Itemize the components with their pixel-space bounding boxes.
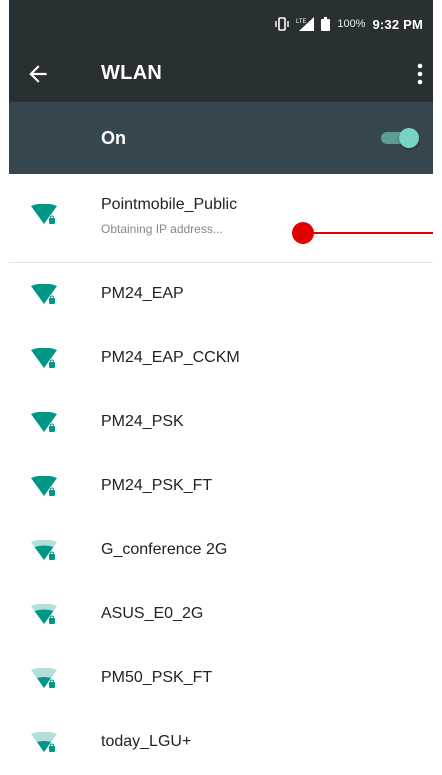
wifi-network-item[interactable]: PM24_PSK [9,391,433,455]
wifi-signal-partial-icon [31,540,57,560]
app-bar: WLAN [9,46,433,102]
page-title: WLAN [101,62,163,84]
wifi-network-status: Obtaining IP address... [101,222,223,236]
wifi-network-name: today_LGU+ [101,733,192,750]
wifi-network-item[interactable]: PM24_EAP [9,263,433,327]
wifi-signal-partial-icon [31,604,57,624]
wlan-toggle-switch[interactable] [381,128,419,148]
wifi-network-item[interactable]: Pointmobile_Public Obtaining IP address.… [9,174,433,263]
annotation-pointer [292,222,433,244]
wifi-network-item[interactable]: PM24_EAP_CCKM [9,327,433,391]
wifi-network-name: PM24_EAP_CCKM [101,349,240,366]
signal-icon: LTE [296,17,315,31]
annotation-dot [292,222,314,244]
wifi-network-item[interactable]: PM24_PSK_FT [9,455,433,519]
more-vert-icon[interactable] [414,60,426,88]
wifi-signal-full-icon [31,476,57,496]
toggle-thumb [399,128,419,148]
annotation-line [306,232,433,234]
wifi-network-item[interactable]: G_conference 2G [9,519,433,583]
battery-percent: 100% [337,18,366,30]
clock: 9:32 PM [372,16,423,32]
wlan-settings-screen: LTE 100% 9:32 PM WLAN On Pointmobile_Pub… [9,0,433,775]
wifi-signal-full-icon [31,204,57,224]
vibrate-icon [275,17,290,31]
wifi-network-name: PM50_PSK_FT [101,669,213,686]
wifi-signal-weak-icon [31,668,57,688]
wifi-network-name: Pointmobile_Public [101,196,238,213]
wifi-signal-full-icon [31,348,57,368]
wifi-signal-full-icon [31,284,57,304]
status-bar: LTE 100% 9:32 PM [9,0,433,46]
wifi-network-item[interactable]: ASUS_E0_2G [9,583,433,647]
battery-icon [321,17,331,31]
wifi-network-item[interactable]: today_LGU+ [9,711,433,775]
wlan-toggle-bar[interactable]: On [9,102,433,174]
status-icons: LTE 100% 9:32 PM [275,15,423,33]
svg-text:LTE: LTE [296,19,307,25]
wifi-signal-full-icon [31,412,57,432]
wlan-toggle-label: On [101,128,126,148]
wifi-network-item[interactable]: PM50_PSK_FT [9,647,433,711]
wifi-signal-weak-icon [31,732,57,752]
wifi-network-list: Pointmobile_Public Obtaining IP address.… [9,174,433,775]
wifi-network-name: PM24_EAP [101,285,184,302]
wifi-network-name: ASUS_E0_2G [101,605,204,622]
wifi-network-name: PM24_PSK [101,413,184,430]
arrow-back-icon[interactable] [25,61,51,87]
wifi-network-name: G_conference 2G [101,541,228,558]
wifi-network-name: PM24_PSK_FT [101,477,213,494]
